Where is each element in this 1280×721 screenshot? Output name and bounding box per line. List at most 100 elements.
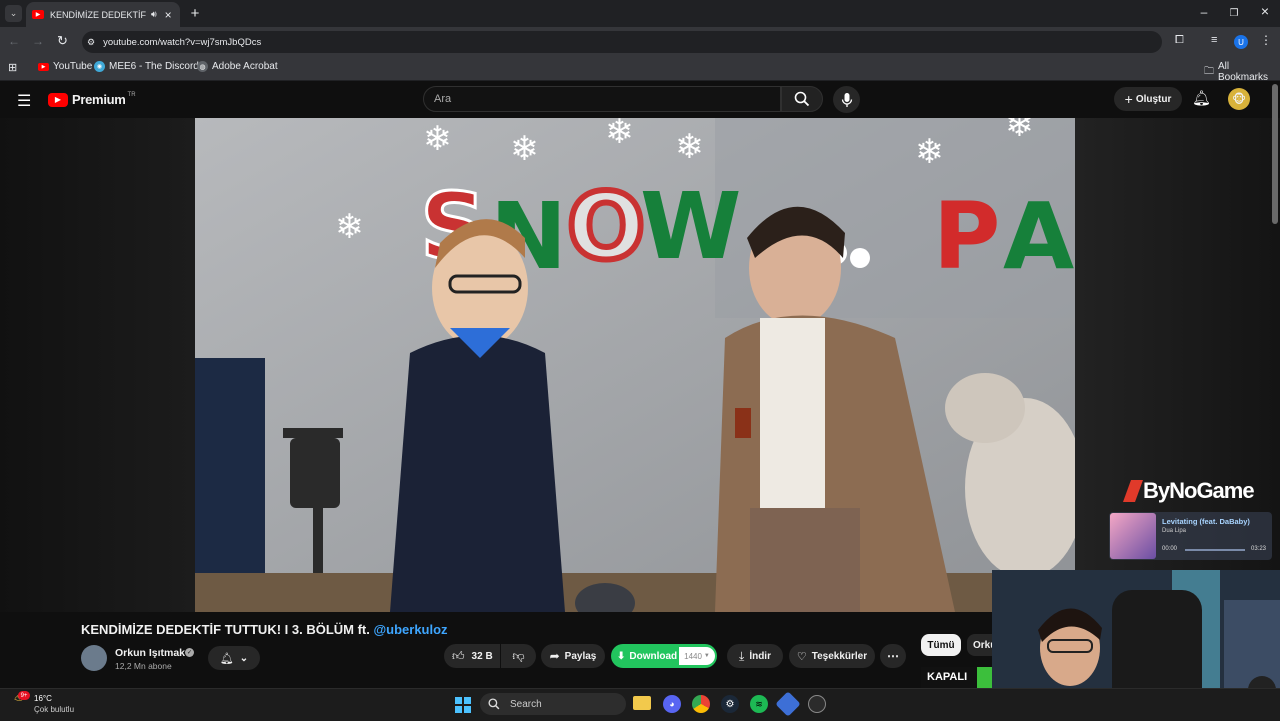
obs-record-icon[interactable] [808,695,826,713]
ambient-left [0,118,195,612]
subscriber-count: 12,2 Mn abone [115,661,172,671]
close-window-button[interactable]: × [1257,3,1273,19]
apps-grid-icon[interactable]: ⊞ [8,61,17,74]
dislike-button[interactable]: 👎︎ [501,644,536,668]
plus-icon: + [1124,91,1133,107]
audio-playing-icon[interactable]: 🔊︎ [151,9,157,20]
download-button[interactable]: ⤓ İndir [727,644,783,668]
video-scene: ❄ ❄ ❄ ❄ ❄❄ ❄ S N O W P A [195,118,1075,612]
more-horizontal-icon: ⋯ [887,649,899,663]
windows-start-icon[interactable] [455,697,471,713]
back-arrow-icon[interactable]: ← [8,34,20,48]
folder-icon: 🗀︎ [1204,65,1214,77]
search-input[interactable]: Ara [423,86,781,112]
tab-title: KENDİMİZE DEDEKTİF TUTT [50,9,148,20]
youtube-premium-logo[interactable]: ▶ Premium TR [48,92,136,107]
browser-tab-strip: ⌄ ▶ KENDİMİZE DEDEKTİF TUTT 🔊︎ × + – ❐ × [0,0,1280,27]
spotify-icon[interactable]: ≋ [750,695,768,713]
microphone-icon [841,92,852,107]
media-controls-icon[interactable]: ≡ [1211,34,1217,46]
search-button[interactable] [781,86,823,112]
file-explorer-icon[interactable] [633,696,651,710]
extensions-icon[interactable]: ⧠ [1175,34,1184,47]
all-bookmarks-label: All Bookmarks [1218,61,1269,83]
video-title: KENDİMİZE DEDEKTİF TUTTUK! I 3. BÖLÜM ft… [81,622,448,637]
tab-search-button[interactable]: ⌄ [5,5,22,22]
notifications-bell-icon[interactable]: 🔔︎ [1192,89,1211,107]
bell-icon: 🔔︎ [219,652,234,665]
chrome-icon[interactable] [692,695,710,713]
reload-icon[interactable]: ↻ [57,33,68,49]
restore-window-button[interactable]: ❐ [1226,5,1242,21]
svg-text:❄: ❄ [605,118,634,152]
chevron-down-icon: ⌄ [239,652,249,664]
thumbnail-accent [977,667,992,688]
active-tab[interactable]: ▶ KENDİMİZE DEDEKTİF TUTT 🔊︎ × [26,2,180,27]
weather-temperature[interactable]: 16°C [34,694,52,703]
download-extension-button[interactable]: ⬇ Download 1440 ▼ [611,644,717,668]
track-artist: Dua Lipa [1162,528,1187,534]
game-launcher-icon[interactable] [775,691,801,717]
svg-text:❄: ❄ [1005,118,1034,145]
heart-dollar-icon: ♡ [796,650,807,663]
forward-arrow-icon[interactable]: → [32,34,44,48]
thumbnail-caption: KAPALI [927,671,968,683]
track-duration: 03:23 [1251,546,1267,552]
minimize-window-button[interactable]: – [1196,4,1212,20]
quality-value: 1440 [684,651,702,661]
search-icon [488,698,500,710]
account-avatar[interactable]: 🐵︎ [1228,88,1250,110]
bookmark-youtube[interactable]: ▶ YouTube [38,61,92,72]
profile-avatar[interactable]: U [1234,35,1248,49]
svg-text:❄: ❄ [675,127,704,167]
mention-link[interactable]: @uberkuloz [373,622,447,637]
voice-search-button[interactable] [833,86,860,113]
close-tab-icon[interactable]: × [165,8,172,22]
logo-text: Premium [72,92,126,107]
url-text: youtube.com/watch?v=wj7smJbQDcs [103,36,262,48]
bookmark-label: Adobe Acrobat [212,61,278,72]
share-button[interactable]: ➦ Paylaş [541,644,605,668]
mee6-favicon-icon: ◉ [94,61,105,72]
video-title-text: KENDİMİZE DEDEKTİF TUTTUK! I 3. BÖLÜM ft… [81,622,374,637]
quality-select[interactable]: 1440 ▼ [679,647,715,665]
channel-avatar[interactable] [81,645,107,671]
svg-text:W: W [640,173,741,280]
chip-all[interactable]: Tümü [921,634,961,656]
caret-down-icon: ▼ [703,653,710,659]
chip-all-label: Tümü [927,639,955,651]
page-scrollbar[interactable] [1272,84,1278,224]
all-bookmarks[interactable]: 🗀︎ All Bookmarks [1204,61,1280,83]
svg-text:❄: ❄ [335,207,364,247]
bookmark-mee6[interactable]: ◉ MEE6 - The Discord... [94,61,207,72]
subscribed-notifications-button[interactable]: 🔔︎ ⌄ [208,646,260,670]
youtube-favicon-icon: ▶ [38,62,49,71]
weather-description[interactable]: Çok bulutlu [34,705,74,714]
download-icon: ⬇ [617,650,626,662]
video-frame[interactable]: ❄ ❄ ❄ ❄ ❄ ❄ ❄ S N O W P A [195,118,1075,612]
create-button[interactable]: + Oluştur [1114,87,1182,111]
like-button[interactable]: 👍︎ 32 B [444,644,500,668]
site-info-icon[interactable]: ⚙︎ [87,37,95,48]
bynogame-text: ByNoGame [1143,478,1255,503]
svg-text:❄: ❄ [915,132,944,172]
track-progress-bar [1185,549,1245,551]
address-bar[interactable]: ⚙︎ youtube.com/watch?v=wj7smJbQDcs [82,31,1162,53]
thanks-button[interactable]: ♡ Teşekkürler [789,644,875,668]
download-label: İndir [749,650,771,662]
taskbar-search-box[interactable]: Search [480,693,626,715]
channel-name[interactable]: Orkun Işıtmak [115,647,185,659]
hamburger-menu-icon[interactable]: ☰ [17,91,31,111]
share-arrow-icon: ➦ [549,649,560,663]
new-tab-button[interactable]: + [187,5,203,22]
recommended-thumbnail[interactable]: KAPALI [921,667,992,688]
thumbs-up-icon: 👍︎ [452,648,465,663]
browser-menu-icon[interactable]: ⋮ [1260,33,1272,47]
steam-icon[interactable]: ⚙︎ [721,695,739,713]
discord-icon[interactable]: ◕ [663,695,681,713]
now-playing-widget: Levitating (feat. DaBaby) Dua Lipa 00:00… [1109,512,1272,560]
more-actions-button[interactable]: ⋯ [880,644,906,668]
svg-text:A: A [1003,183,1074,290]
bookmark-label: MEE6 - The Discord... [109,61,208,72]
bookmark-adobe-acrobat[interactable]: ◍ Adobe Acrobat [197,61,278,72]
